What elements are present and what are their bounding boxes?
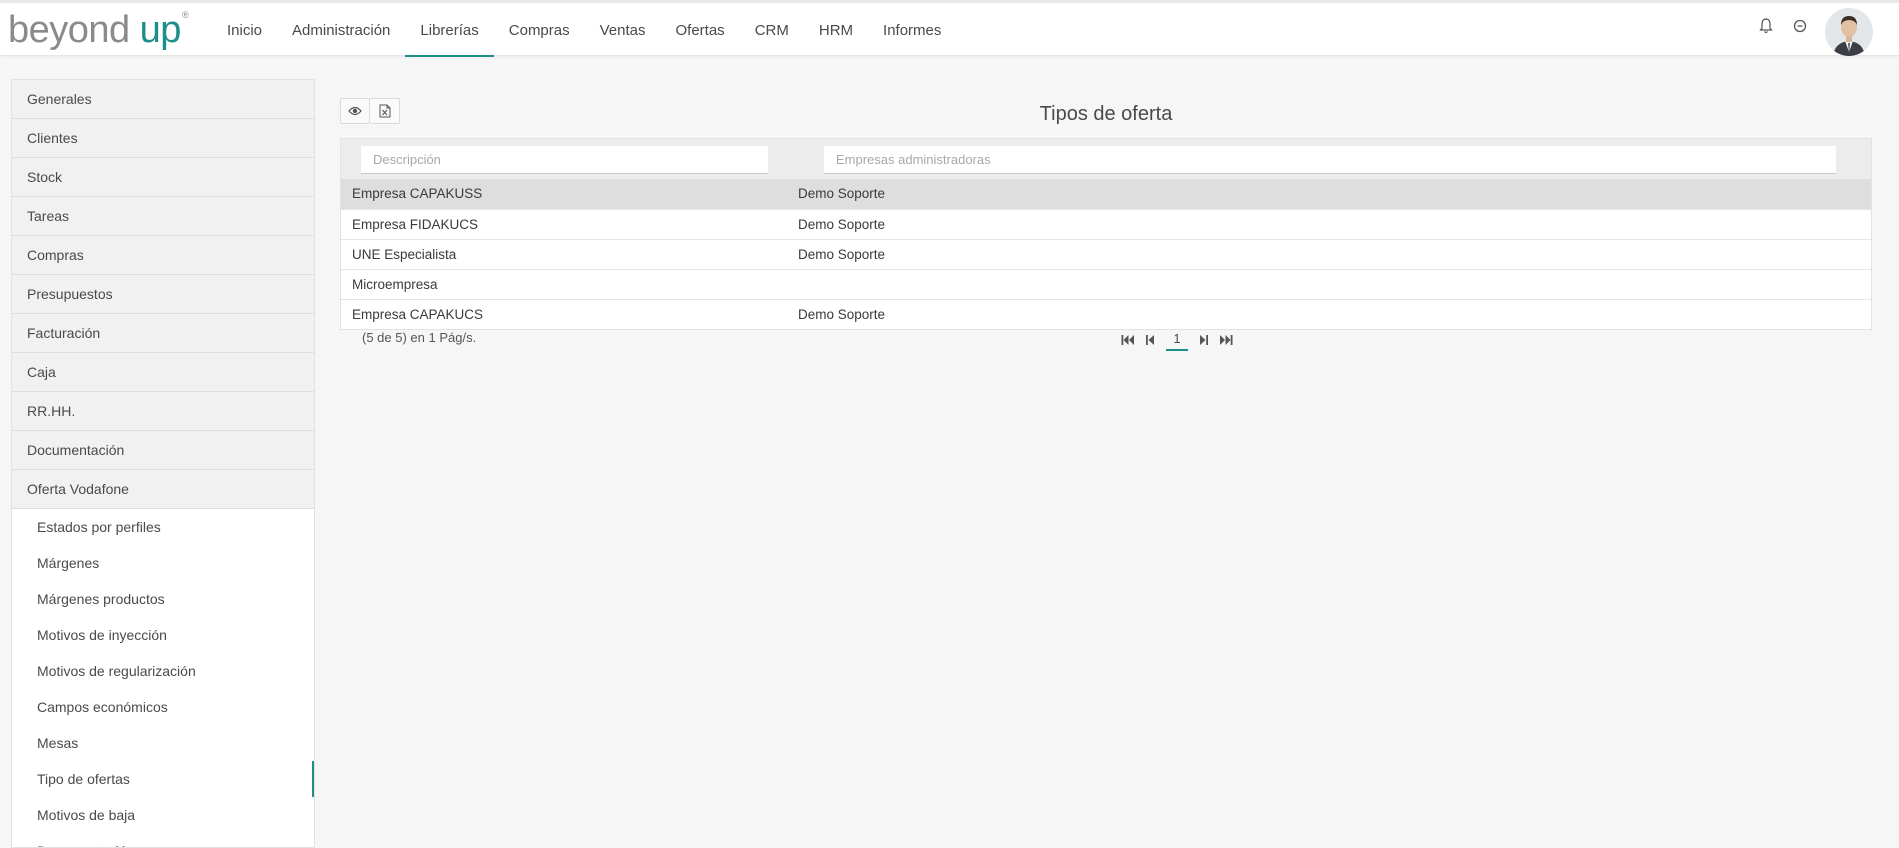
sidebar-item-oferta-vodafone[interactable]: Oferta Vodafone <box>12 470 314 509</box>
nav-item-ventas[interactable]: Ventas <box>585 6 661 56</box>
sidebar-item-clientes[interactable]: Clientes <box>12 119 314 158</box>
user-avatar[interactable] <box>1825 8 1873 56</box>
nav-item-administracion[interactable]: Administración <box>277 6 405 56</box>
grid-toolbar <box>340 98 400 124</box>
empresa-cell: Demo Soporte <box>798 247 886 262</box>
sidebar-item-compras[interactable]: Compras <box>12 236 314 275</box>
main-nav: Inicio Administración Librerías Compras Vent… <box>212 6 956 57</box>
logo-word-beyond: beyond <box>8 9 130 51</box>
table-row[interactable]: Microempresa <box>341 269 1871 299</box>
sidebar-item-generales[interactable]: Generales <box>12 80 314 119</box>
page-title: Tipos de oferta <box>1039 103 1173 125</box>
sidebar-item-facturacion[interactable]: Facturación <box>12 314 314 353</box>
table-row[interactable]: Empresa CAPAKUSS Demo Soporte <box>341 179 1871 209</box>
logo-registered-mark: ® <box>181 10 189 20</box>
power-icon[interactable] <box>1792 18 1808 34</box>
prev-page-icon <box>1146 335 1154 345</box>
eye-icon <box>348 106 362 116</box>
sidebar-subitem-motivos-de-regularizacion[interactable]: Motivos de regularización <box>12 653 314 689</box>
sidebar-subitem-motivos-de-inyeccion[interactable]: Motivos de inyección <box>12 617 314 653</box>
next-page-icon <box>1200 335 1208 345</box>
nav-item-ofertas[interactable]: Ofertas <box>661 6 740 56</box>
bell-icon[interactable] <box>1758 17 1774 35</box>
sidebar-item-rr-hh[interactable]: RR.HH. <box>12 392 314 431</box>
page-number-current[interactable]: 1 <box>1166 329 1188 351</box>
sidebar-subitem-documentacion[interactable]: Documentación <box>12 833 314 847</box>
sidebar-subitem-campos-economicos[interactable]: Campos económicos <box>12 689 314 725</box>
empresas-filter-input[interactable] <box>824 146 1836 174</box>
descripcion-cell: Empresa CAPAKUCS <box>352 307 484 322</box>
table-row[interactable]: Empresa CAPAKUCS Demo Soporte <box>341 299 1871 329</box>
descripcion-filter-input[interactable] <box>361 146 768 174</box>
first-page-button[interactable] <box>1117 329 1139 351</box>
table-body: Empresa CAPAKUSS Demo Soporte Empresa FIDA… <box>341 179 1871 329</box>
descripcion-cell: Microempresa <box>352 277 438 292</box>
sidebar-item-documentacion[interactable]: Documentación <box>12 431 314 470</box>
nav-item-librerias[interactable]: Librerías <box>405 6 495 57</box>
sidebar-item-caja[interactable]: Caja <box>12 353 314 392</box>
filter-row <box>341 139 1871 179</box>
table-row[interactable]: UNE Especialista Demo Soporte <box>341 239 1871 269</box>
nav-item-informes[interactable]: Informes <box>868 6 956 56</box>
empresa-cell: Demo Soporte <box>798 307 886 322</box>
descripcion-cell: Empresa CAPAKUSS <box>352 186 483 201</box>
brand-logo[interactable]: beyond up ® <box>8 9 189 51</box>
sidebar-subitem-margenes-productos[interactable]: Márgenes productos <box>12 581 314 617</box>
last-page-icon <box>1220 335 1233 345</box>
first-page-icon <box>1121 335 1134 345</box>
sidebar-subitem-motivos-de-baja[interactable]: Motivos de baja <box>12 797 314 833</box>
empresa-cell: Demo Soporte <box>798 186 886 201</box>
view-button[interactable] <box>340 98 370 124</box>
last-page-button[interactable] <box>1215 329 1237 351</box>
nav-item-compras[interactable]: Compras <box>494 6 585 56</box>
sidebar-item-stock[interactable]: Stock <box>12 158 314 197</box>
excel-export-icon <box>379 104 390 118</box>
sidebar-subitem-estados-por-perfiles[interactable]: Estados por perfiles <box>12 509 314 545</box>
nav-item-inicio[interactable]: Inicio <box>212 6 277 56</box>
excel-export-button[interactable] <box>370 98 400 124</box>
next-page-button[interactable] <box>1193 329 1215 351</box>
prev-page-button[interactable] <box>1139 329 1161 351</box>
offer-types-table: Empresa CAPAKUSSDemo SoporteEmpresa FIDA… <box>340 138 1872 330</box>
nav-item-crm[interactable]: CRM <box>740 6 804 56</box>
nav-item-hrm[interactable]: HRM <box>804 6 868 56</box>
sidebar-subitem-margenes[interactable]: Márgenes <box>12 545 314 581</box>
sidebar-subitem-tipo-de-ofertas[interactable]: Tipo de ofertas <box>12 761 314 797</box>
paginator: 1 <box>1117 328 1237 352</box>
paging-info: (5 de 5) en 1 Pág/s. <box>362 330 477 345</box>
table-row[interactable]: Empresa FIDAKUCS Demo Soporte <box>341 209 1871 239</box>
sidebar-menu: Generales Clientes Stock Tareas Compras Presu… <box>11 79 315 848</box>
logo-word-up: up <box>139 9 182 51</box>
empresa-cell: Demo Soporte <box>798 217 886 232</box>
sidebar-item-presupuestos[interactable]: Presupuestos <box>12 275 314 314</box>
descripcion-cell: Empresa FIDAKUCS <box>352 217 479 232</box>
top-navbar: beyond up ® Inicio Administración Librería… <box>0 0 1899 57</box>
descripcion-cell: UNE Especialista <box>352 247 457 262</box>
sidebar-subitem-mesas[interactable]: Mesas <box>12 725 314 761</box>
sidebar-item-tareas[interactable]: Tareas <box>12 197 314 236</box>
